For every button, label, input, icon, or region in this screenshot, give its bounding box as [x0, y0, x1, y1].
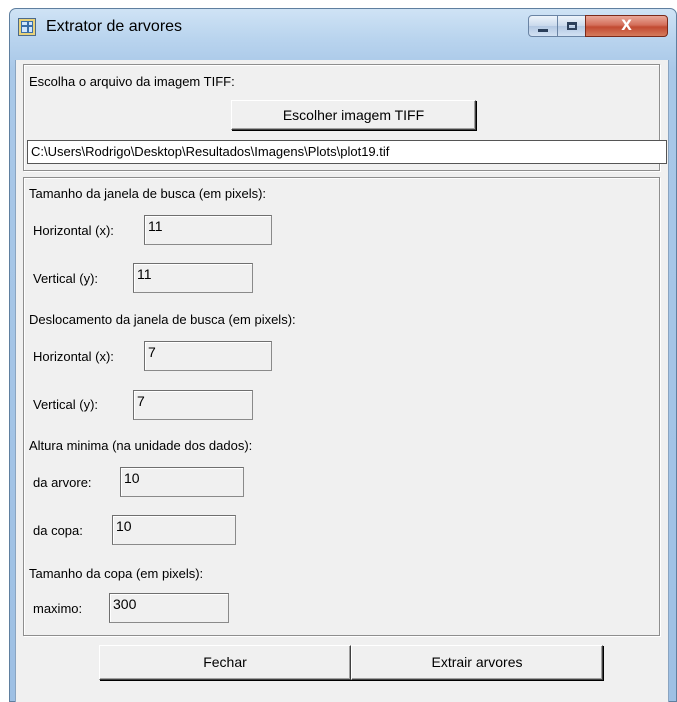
window-horizontal-label: Horizontal (x):: [33, 223, 114, 238]
window-title: Extrator de arvores: [46, 18, 183, 35]
window-vertical-label: Vertical (y):: [33, 271, 99, 286]
shift-vertical-label: Vertical (y):: [33, 397, 99, 412]
window-size-heading: Tamanho da janela de busca (em pixels):: [29, 186, 267, 201]
minimize-icon: [538, 28, 548, 32]
shift-horizontal-label: Horizontal (x):: [33, 349, 114, 364]
choose-tiff-button[interactable]: Escolher imagem TIFF: [231, 100, 476, 130]
tree-height-input[interactable]: 10: [120, 467, 244, 497]
crown-size-heading: Tamanho da copa (em pixels):: [29, 566, 204, 581]
window-vertical-input[interactable]: 11: [133, 263, 253, 293]
shift-vertical-input[interactable]: 7: [133, 390, 253, 420]
dialog-client-area: Escolha o arquivo da imagem TIFF: Escolh…: [15, 60, 669, 702]
app-icon[interactable]: [18, 18, 36, 36]
crown-height-input[interactable]: 10: [112, 515, 236, 545]
file-prompt-label: Escolha o arquivo da imagem TIFF:: [29, 74, 235, 89]
close-window-button[interactable]: X: [585, 15, 668, 37]
extract-trees-button[interactable]: Extrair arvores: [351, 645, 603, 680]
window-horizontal-input[interactable]: 11: [144, 215, 272, 245]
maximize-icon: [566, 22, 577, 30]
crown-max-label: maximo:: [33, 601, 83, 616]
crown-max-input[interactable]: 300: [109, 593, 229, 623]
close-icon: X: [621, 18, 632, 34]
min-height-heading: Altura minima (na unidade dos dados):: [29, 438, 253, 453]
file-path-field[interactable]: C:\Users\Rodrigo\Desktop\Resultados\Imag…: [27, 140, 667, 164]
tree-height-label: da arvore:: [33, 475, 92, 490]
crown-height-label: da copa:: [33, 523, 83, 538]
minimize-button[interactable]: [528, 15, 558, 37]
shift-horizontal-input[interactable]: 7: [144, 341, 272, 371]
window-shift-heading: Deslocamento da janela de busca (em pixe…: [29, 312, 296, 327]
close-button[interactable]: Fechar: [99, 645, 351, 680]
maximize-button[interactable]: [557, 15, 586, 37]
